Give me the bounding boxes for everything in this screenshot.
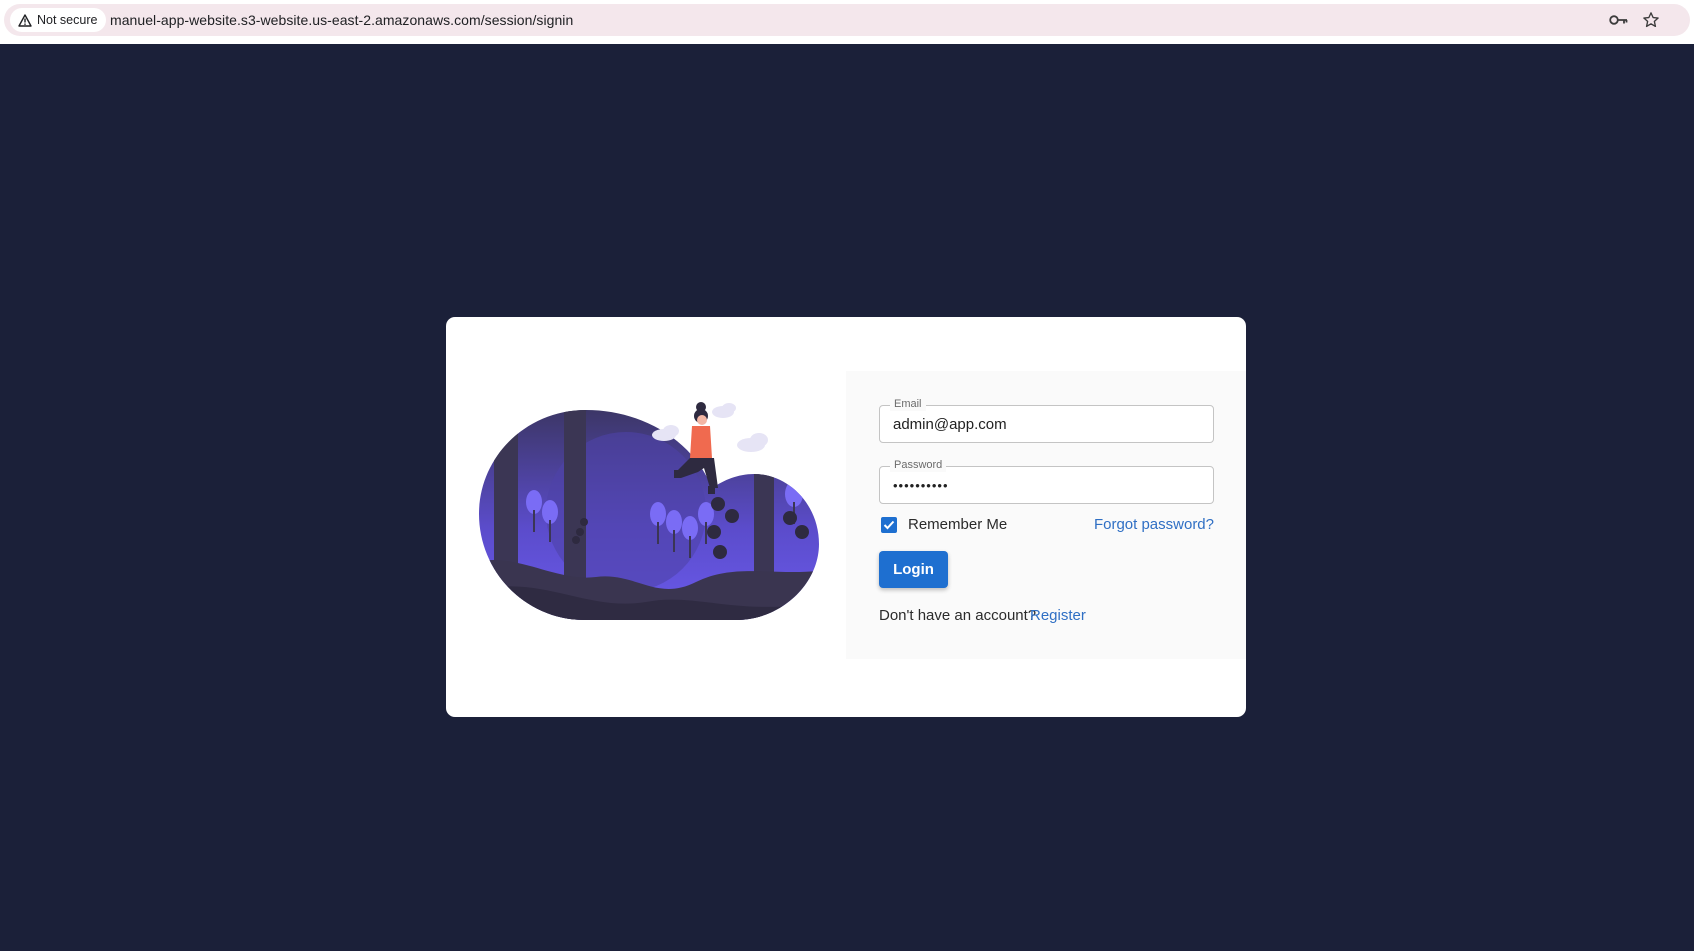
remember-me-label[interactable]: Remember Me (908, 516, 1007, 533)
page-background: Email Password Remember Me Forgot passwo… (0, 44, 1694, 951)
forest-illustration (479, 402, 819, 620)
register-link[interactable]: Register (1030, 607, 1086, 624)
login-form: Email Password Remember Me Forgot passwo… (846, 371, 1246, 659)
warning-icon (18, 13, 32, 27)
security-label: Not secure (37, 13, 98, 27)
star-icon[interactable] (1640, 10, 1662, 30)
address-bar[interactable]: Not secure manuel-app-website.s3-website… (4, 4, 1690, 36)
forgot-password-link[interactable]: Forgot password? (1094, 516, 1214, 533)
checkmark-icon (883, 520, 895, 530)
password-input[interactable] (893, 467, 1203, 503)
url-text[interactable]: manuel-app-website.s3-website.us-east-2.… (110, 4, 573, 36)
security-chip[interactable]: Not secure (10, 8, 107, 32)
login-card: Email Password Remember Me Forgot passwo… (446, 317, 1246, 717)
email-field[interactable]: Email (879, 397, 1214, 443)
key-icon[interactable] (1608, 10, 1630, 30)
no-account-text: Don't have an account? (879, 607, 1037, 624)
password-field[interactable]: Password (879, 458, 1214, 504)
remember-me-checkbox[interactable] (881, 517, 897, 533)
email-input[interactable] (893, 406, 1203, 442)
browser-chrome: Not secure manuel-app-website.s3-website… (0, 0, 1694, 44)
login-button[interactable]: Login (879, 551, 948, 588)
